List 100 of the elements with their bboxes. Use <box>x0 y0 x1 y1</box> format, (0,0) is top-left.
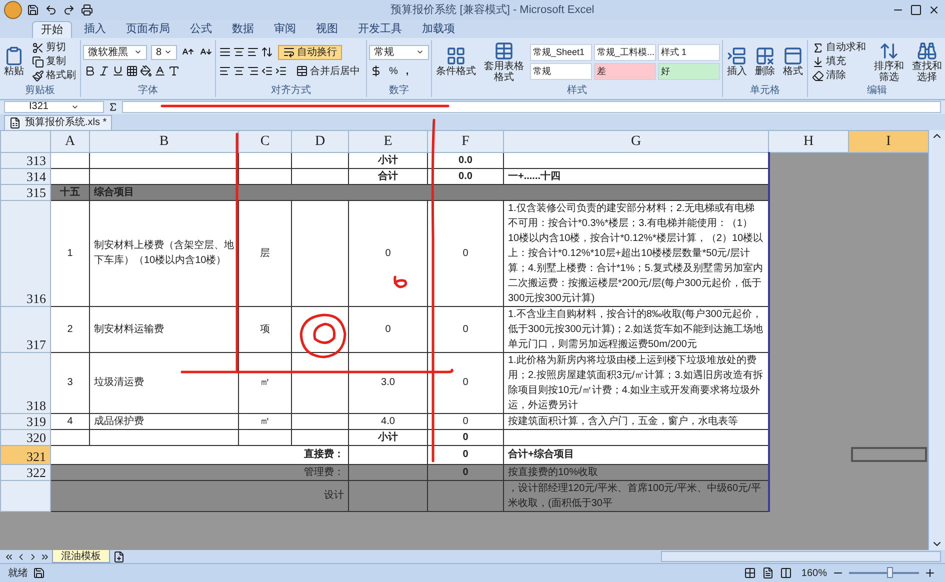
wrap-text-button[interactable]: 自动换行 <box>278 44 342 60</box>
align-left-icon <box>219 65 231 78</box>
page-layout-button[interactable] <box>761 566 776 581</box>
status-text: 就绪 <box>8 566 28 581</box>
annotation-scribble <box>392 275 410 289</box>
column-header[interactable]: G <box>504 130 768 152</box>
binoculars-icon <box>917 40 937 61</box>
table-cell: 0 <box>428 352 504 414</box>
table-cell: 成品保护费 <box>90 413 238 430</box>
cell-style[interactable]: 常规_Sheet1 <box>530 44 592 61</box>
table-cell: 0 <box>428 200 504 306</box>
number-format-field[interactable]: 常规 <box>369 44 429 60</box>
table-cell: 4 <box>50 413 90 430</box>
undo-icon <box>45 4 57 16</box>
save-button[interactable] <box>26 2 40 18</box>
eraser-icon <box>812 70 824 82</box>
column-header[interactable]: E <box>348 130 428 152</box>
row-header[interactable]: 313 <box>0 152 50 168</box>
clipboard-icon <box>4 46 24 66</box>
insert-sheet-button[interactable] <box>112 549 126 564</box>
copy-icon <box>32 56 44 68</box>
table-cell <box>50 152 90 168</box>
ribbon-tab[interactable]: 加载项 <box>414 20 463 38</box>
column-header[interactable]: D <box>292 130 348 152</box>
ribbon-tab[interactable]: 公式 <box>182 20 220 38</box>
table-cell: 管理费： <box>50 464 348 480</box>
row-header[interactable]: 314 <box>0 168 50 184</box>
ribbon-tab[interactable]: 数据 <box>224 20 262 38</box>
horizontal-scrollbar[interactable] <box>661 551 941 562</box>
cell-style[interactable]: 差 <box>594 62 656 80</box>
merge-icon <box>296 65 308 78</box>
table-cell: 0.0 <box>428 152 504 168</box>
ribbon-tab[interactable]: 开发工具 <box>350 20 410 38</box>
group-label: 单元格 <box>749 84 781 97</box>
ribbon-tab[interactable]: 审阅 <box>266 20 304 38</box>
cell-style[interactable]: 好 <box>658 62 720 80</box>
column-header[interactable]: F <box>428 130 504 152</box>
table-cell: ㎡ <box>238 413 292 430</box>
sort-filter-button[interactable]: 排序和筛选 <box>872 40 906 83</box>
normal-view-button[interactable] <box>743 566 758 581</box>
workbook-tab[interactable]: 预算报价系统.xls * <box>4 114 112 130</box>
table-icon <box>494 40 514 61</box>
conditional-format-button[interactable]: 条件格式 <box>434 46 478 78</box>
row-header[interactable]: 316 <box>0 200 50 306</box>
table-format-button[interactable]: 套用表格格式 <box>482 40 526 83</box>
cut-button[interactable]: 剪切 <box>30 42 78 54</box>
format-painter-button[interactable]: 格式刷 <box>30 70 78 82</box>
name-box[interactable]: I321 <box>4 101 104 114</box>
cell-style[interactable]: 样式 1 <box>658 44 720 61</box>
sheet-tab[interactable]: 混油模板 <box>52 550 110 564</box>
row-header[interactable]: 317 <box>0 306 50 352</box>
font-size-field[interactable]: 8 <box>151 44 177 60</box>
copy-button[interactable]: 复制 <box>30 56 78 68</box>
group-label: 对齐方式 <box>270 84 312 97</box>
table-cell: 0 <box>348 306 428 352</box>
column-header[interactable]: B <box>90 130 238 152</box>
row-header[interactable]: 315 <box>0 184 50 200</box>
insert-button[interactable]: 插入 <box>725 46 749 78</box>
column-header[interactable]: A <box>50 130 90 152</box>
font-name-field[interactable]: 微软雅黑 <box>83 44 147 60</box>
zoom-slider-thumb[interactable] <box>886 567 893 578</box>
borders-button[interactable] <box>125 64 139 79</box>
underline-icon <box>112 65 124 78</box>
autosum-button[interactable]: 自动求和 <box>810 42 868 54</box>
fill-button[interactable]: 填充 <box>810 56 868 68</box>
column-header[interactable]: H <box>768 130 848 152</box>
currency-icon <box>370 65 382 78</box>
clear-button[interactable]: 清除 <box>810 70 868 82</box>
fill-color-button[interactable] <box>139 64 153 79</box>
maximize-button[interactable] <box>909 2 923 18</box>
row-header[interactable]: 321 <box>0 445 50 464</box>
ribbon-tab[interactable]: 插入 <box>76 20 114 38</box>
page-break-view-button[interactable] <box>779 566 794 581</box>
table-cell: ㎡ <box>238 352 292 414</box>
print-button[interactable] <box>80 2 94 18</box>
ribbon-tab[interactable]: 视图 <box>308 20 346 38</box>
ribbon-tab[interactable]: 页面布局 <box>118 20 178 38</box>
table-cell: 制安材料运输费 <box>90 306 238 352</box>
comma-button[interactable]: , <box>404 64 411 79</box>
ribbon-tab[interactable]: 开始 <box>32 20 72 38</box>
cell-style[interactable]: 常规_工料模... <box>594 44 656 61</box>
format-cells-icon <box>783 46 803 66</box>
merge-center-button[interactable]: 合并后居中 <box>292 64 364 78</box>
table-cell <box>292 306 348 352</box>
formula-input[interactable] <box>122 101 941 114</box>
find-select-button[interactable]: 查找和选择 <box>910 40 944 83</box>
delete-button[interactable]: 删除 <box>753 46 777 78</box>
row-header[interactable]: 319 <box>0 413 50 430</box>
table-cell: 0 <box>428 429 504 446</box>
cell-style[interactable]: 常规 <box>530 62 592 80</box>
format-button[interactable]: 格式 <box>781 46 805 78</box>
vertical-scrollbar[interactable] <box>928 130 945 550</box>
column-header[interactable]: I <box>848 130 928 152</box>
percent-button[interactable]: % <box>387 64 400 79</box>
column-header[interactable]: C <box>238 130 292 152</box>
row-header[interactable]: 322 <box>0 464 50 480</box>
row-header[interactable]: 318 <box>0 352 50 414</box>
table-cell <box>50 429 90 446</box>
paste-button[interactable]: 粘贴 <box>2 46 26 78</box>
row-header[interactable]: 320 <box>0 429 50 446</box>
